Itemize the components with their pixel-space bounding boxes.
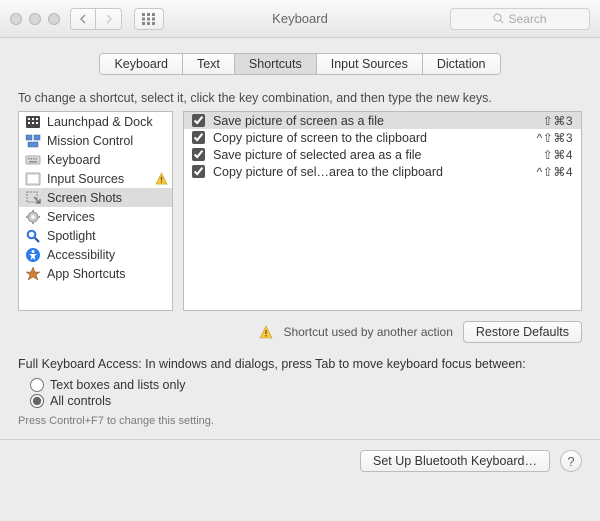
mission-control-icon bbox=[25, 133, 41, 149]
shortcut-keys[interactable]: ^⇧⌘4 bbox=[537, 165, 573, 179]
help-button[interactable]: ? bbox=[560, 450, 582, 472]
sidebar-item-screen-shots[interactable]: Screen Shots bbox=[19, 188, 172, 207]
sidebar-item-label: Services bbox=[47, 210, 95, 224]
warning-icon bbox=[154, 172, 168, 186]
warning-icon bbox=[259, 325, 273, 339]
shortcut-enable-checkbox[interactable] bbox=[192, 131, 205, 144]
shortcut-keys[interactable]: ⇧⌘4 bbox=[543, 148, 573, 162]
minimize-window-button[interactable] bbox=[29, 13, 41, 25]
shortcut-row[interactable]: Copy picture of sel…area to the clipboar… bbox=[184, 163, 581, 180]
fka-radio[interactable] bbox=[30, 394, 44, 408]
sidebar-item-label: Screen Shots bbox=[47, 191, 122, 205]
fka-option-label: Text boxes and lists only bbox=[50, 378, 186, 392]
full-keyboard-access-label: Full Keyboard Access: In windows and dia… bbox=[18, 357, 582, 371]
shortcut-keys[interactable]: ^⇧⌘3 bbox=[537, 131, 573, 145]
close-window-button[interactable] bbox=[10, 13, 22, 25]
forward-button[interactable] bbox=[96, 8, 122, 30]
sidebar-item-label: App Shortcuts bbox=[47, 267, 126, 281]
back-button[interactable] bbox=[70, 8, 96, 30]
input-sources-icon bbox=[25, 171, 41, 187]
zoom-window-button[interactable] bbox=[48, 13, 60, 25]
sidebar-item-label: Accessibility bbox=[47, 248, 115, 262]
shortcut-label: Copy picture of sel…area to the clipboar… bbox=[213, 165, 529, 179]
sidebar-item-label: Input Sources bbox=[47, 172, 124, 186]
conflict-note: Shortcut used by another action bbox=[283, 325, 452, 339]
shortcut-row[interactable]: Save picture of selected area as a file ⇧… bbox=[184, 146, 581, 163]
content-area: KeyboardTextShortcutsInput SourcesDictat… bbox=[0, 38, 600, 439]
shortcut-label: Copy picture of screen to the clipboard bbox=[213, 131, 529, 145]
window-controls bbox=[10, 13, 60, 25]
accessibility-icon bbox=[25, 247, 41, 263]
below-lists-row: Shortcut used by another action Restore … bbox=[18, 321, 582, 343]
launchpad-icon bbox=[25, 114, 41, 130]
fka-option[interactable]: Text boxes and lists only bbox=[30, 377, 582, 393]
services-icon bbox=[25, 209, 41, 225]
chevron-right-icon bbox=[105, 14, 113, 24]
sidebar-item-accessibility[interactable]: Accessibility bbox=[19, 245, 172, 264]
sidebar-item-keyboard[interactable]: Keyboard bbox=[19, 150, 172, 169]
shortcut-keys[interactable]: ⇧⌘3 bbox=[543, 114, 573, 128]
search-icon bbox=[493, 13, 504, 24]
chevron-left-icon bbox=[79, 14, 87, 24]
tab-text[interactable]: Text bbox=[183, 54, 235, 74]
fka-radio[interactable] bbox=[30, 378, 44, 392]
setup-bluetooth-keyboard-button[interactable]: Set Up Bluetooth Keyboard… bbox=[360, 450, 550, 472]
shortcut-enable-checkbox[interactable] bbox=[192, 165, 205, 178]
search-placeholder: Search bbox=[508, 12, 546, 26]
shortcut-enable-checkbox[interactable] bbox=[192, 148, 205, 161]
fka-option-label: All controls bbox=[50, 394, 111, 408]
grid-icon bbox=[142, 13, 156, 25]
tab-shortcuts[interactable]: Shortcuts bbox=[235, 54, 317, 74]
sidebar-item-label: Mission Control bbox=[47, 134, 133, 148]
sidebar-item-mission-control[interactable]: Mission Control bbox=[19, 131, 172, 150]
category-sidebar: Launchpad & Dock Mission Control Keyboard I… bbox=[18, 111, 173, 311]
shortcut-row[interactable]: Copy picture of screen to the clipboard ^… bbox=[184, 129, 581, 146]
titlebar: Keyboard Search bbox=[0, 0, 600, 38]
keyboard-icon bbox=[25, 152, 41, 168]
nav-buttons bbox=[70, 8, 122, 30]
spotlight-icon bbox=[25, 228, 41, 244]
sidebar-item-launchpad-dock[interactable]: Launchpad & Dock bbox=[19, 112, 172, 131]
sidebar-item-spotlight[interactable]: Spotlight bbox=[19, 226, 172, 245]
shortcuts-split-view: Launchpad & Dock Mission Control Keyboard I… bbox=[18, 111, 582, 311]
app-shortcuts-icon bbox=[25, 266, 41, 282]
shortcut-label: Save picture of selected area as a file bbox=[213, 148, 535, 162]
sidebar-item-services[interactable]: Services bbox=[19, 207, 172, 226]
sidebar-item-input-sources[interactable]: Input Sources bbox=[19, 169, 172, 188]
fka-option[interactable]: All controls bbox=[30, 393, 582, 409]
screenshots-icon bbox=[25, 190, 41, 206]
footer: Set Up Bluetooth Keyboard… ? bbox=[0, 439, 600, 482]
shortcut-enable-checkbox[interactable] bbox=[192, 114, 205, 127]
sidebar-item-label: Launchpad & Dock bbox=[47, 115, 153, 129]
search-input[interactable]: Search bbox=[450, 8, 590, 30]
sidebar-item-label: Spotlight bbox=[47, 229, 96, 243]
tab-keyboard[interactable]: Keyboard bbox=[100, 54, 183, 74]
full-keyboard-access-options: Text boxes and lists only All controls bbox=[18, 377, 582, 409]
tab-input-sources[interactable]: Input Sources bbox=[317, 54, 423, 74]
restore-defaults-button[interactable]: Restore Defaults bbox=[463, 321, 582, 343]
shortcut-list: Save picture of screen as a file⇧⌘3Copy … bbox=[183, 111, 582, 311]
show-all-button[interactable] bbox=[134, 8, 164, 30]
tab-bar-wrap: KeyboardTextShortcutsInput SourcesDictat… bbox=[18, 53, 582, 75]
sidebar-item-app-shortcuts[interactable]: App Shortcuts bbox=[19, 264, 172, 283]
full-keyboard-access-hint: Press Control+F7 to change this setting. bbox=[18, 415, 582, 427]
instructions-text: To change a shortcut, select it, click t… bbox=[18, 91, 582, 105]
shortcut-label: Save picture of screen as a file bbox=[213, 114, 535, 128]
tab-bar: KeyboardTextShortcutsInput SourcesDictat… bbox=[99, 53, 500, 75]
sidebar-item-label: Keyboard bbox=[47, 153, 101, 167]
shortcut-row[interactable]: Save picture of screen as a file ⇧⌘3 bbox=[184, 112, 581, 129]
tab-dictation[interactable]: Dictation bbox=[423, 54, 500, 74]
help-icon: ? bbox=[567, 454, 574, 469]
